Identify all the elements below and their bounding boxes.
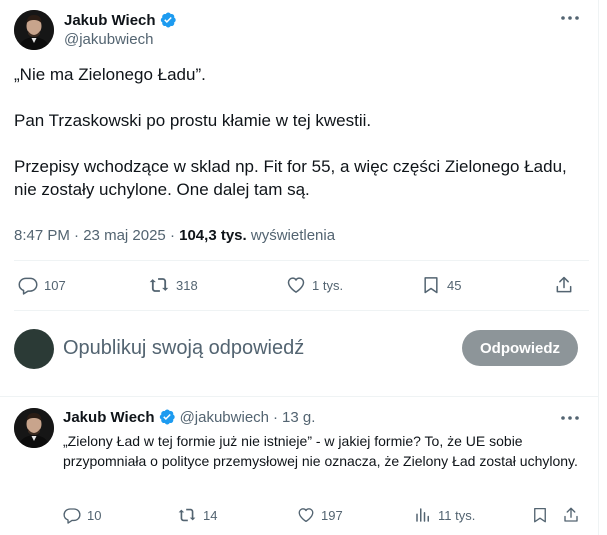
reply-input[interactable]: Opublikuj swoją odpowiedź [63, 337, 304, 360]
repost-count: 14 [203, 507, 218, 523]
tweet-date[interactable]: 23 maj 2025 [83, 227, 166, 244]
reply-text: „Zielony Ład w tej formie już nie istnie… [63, 433, 578, 469]
verified-badge-icon[interactable] [158, 408, 176, 426]
repost-count: 318 [176, 277, 198, 293]
repost-icon [178, 508, 196, 522]
verified-badge-icon[interactable] [159, 11, 177, 29]
divider [14, 310, 589, 311]
author-info: Jakub Wiech @jakubwiech [64, 10, 177, 48]
reply-author-handle[interactable]: @jakubwiech [180, 409, 269, 426]
share-button[interactable] [562, 506, 580, 524]
bookmark-icon [534, 507, 546, 523]
views-label: wyświetlenia [250, 227, 336, 244]
views-count[interactable]: 104,3 tys. [179, 227, 247, 244]
user-avatar[interactable] [14, 329, 54, 369]
tweet-paragraph: „Nie ma Zielonego Ładu”. [14, 65, 206, 84]
reply-composer: Opublikuj swoją odpowiedź Odpowiedz [0, 318, 599, 380]
views-bar-chart-icon [416, 508, 429, 522]
tweet-paragraph: Pan Trzaskowski po prostu kłamie w tej k… [14, 111, 372, 130]
share-icon [564, 507, 578, 522]
like-count: 197 [321, 507, 343, 523]
reply-author-avatar[interactable] [14, 408, 54, 448]
reply-submit-button[interactable]: Odpowiedz [462, 330, 578, 366]
author-name[interactable]: Jakub Wiech [64, 12, 156, 29]
views-button[interactable]: 11 tys. [414, 506, 475, 524]
views-count: 11 tys. [438, 507, 476, 523]
tweet-paragraph: Przepisy wchodzące w sklad np. Fit for 5… [14, 157, 567, 199]
heart-icon [287, 277, 305, 293]
repost-button[interactable]: 318 [148, 275, 198, 295]
repost-icon [149, 278, 169, 292]
like-button[interactable]: 1 tys. [286, 275, 343, 295]
tweet-text: „Nie ma Zielonego Ładu”. Pan Trzaskowski… [14, 63, 589, 201]
reply-count: 10 [87, 507, 102, 523]
bookmark-button[interactable] [531, 506, 549, 524]
tweet-detail-page: Jakub Wiech @jakubwiech „Nie ma Zieloneg… [0, 0, 599, 535]
meta-separator: · [169, 227, 175, 244]
tweet-time[interactable]: 8:47 PM [14, 227, 70, 244]
author-avatar[interactable] [14, 10, 54, 50]
meta-separator: · [273, 408, 278, 426]
like-count: 1 tys. [312, 277, 344, 293]
bookmark-button[interactable]: 45 [421, 275, 461, 295]
reply-button[interactable]: 107 [18, 275, 66, 295]
share-button[interactable] [554, 275, 574, 295]
meta-separator: · [74, 227, 80, 244]
reply-author-name[interactable]: Jakub Wiech [63, 409, 155, 426]
avatar-portrait-icon [14, 10, 54, 50]
avatar-portrait-icon [14, 408, 54, 448]
like-button[interactable]: 197 [297, 506, 343, 524]
reply-button[interactable]: 10 [63, 506, 101, 524]
reply-header: Jakub Wiech @jakubwiech · 13 g. [63, 408, 315, 426]
reply-time[interactable]: 13 g. [282, 409, 315, 426]
tweet-action-bar: 107 318 1 tys. 45 [0, 266, 599, 308]
tweet-metadata: 8:47 PM · 23 maj 2025 · 104,3 tys. wyświ… [14, 227, 335, 244]
reply-tweet[interactable]: Jakub Wiech @jakubwiech · 13 g. „Zielony… [0, 396, 599, 535]
share-icon [556, 276, 572, 293]
reply-icon [18, 277, 38, 295]
bookmark-icon [424, 277, 438, 294]
reply-count: 107 [44, 277, 66, 293]
reply-icon [63, 508, 81, 524]
repost-button[interactable]: 14 [177, 506, 217, 524]
divider [14, 260, 589, 261]
heart-icon [298, 508, 314, 523]
author-handle[interactable]: @jakubwiech [64, 31, 177, 48]
more-options-icon[interactable] [558, 408, 582, 428]
more-options-icon[interactable] [558, 8, 582, 28]
bookmark-count: 45 [447, 277, 462, 293]
